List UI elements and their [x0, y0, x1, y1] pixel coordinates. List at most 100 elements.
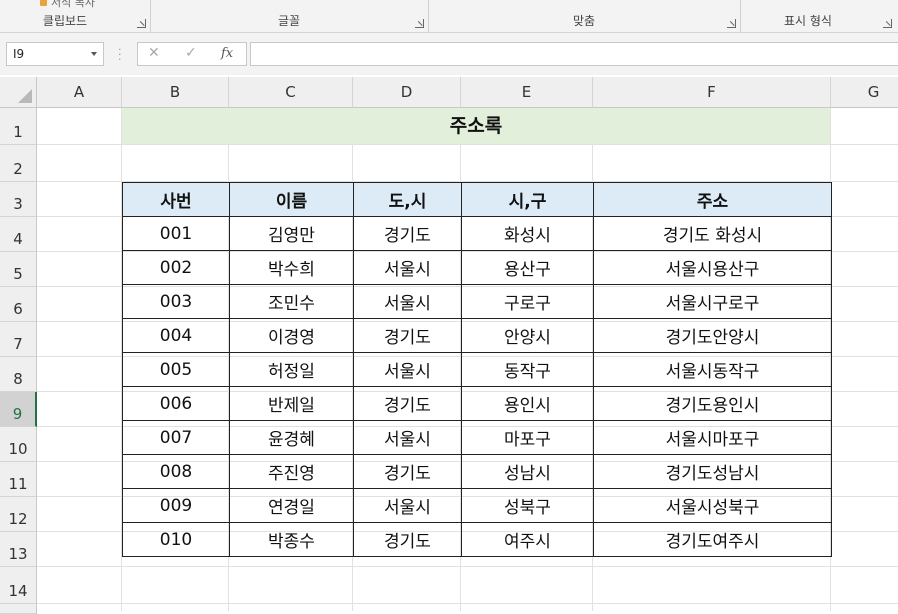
table-cell[interactable]: 안양시	[461, 318, 594, 353]
table-cell[interactable]: 허정일	[229, 352, 354, 387]
table-cell[interactable]: 001	[122, 216, 230, 251]
table-cell[interactable]: 서울시동작구	[593, 352, 832, 387]
enter-icon[interactable]: ✓	[185, 45, 197, 61]
row-header-9[interactable]: 9	[0, 392, 37, 427]
table-cell[interactable]: 성북구	[461, 488, 594, 523]
row-header-10[interactable]: 10	[0, 427, 37, 462]
name-box[interactable]: I9	[6, 42, 104, 66]
table-cell[interactable]: 박종수	[229, 522, 354, 557]
table-cell[interactable]: 동작구	[461, 352, 594, 387]
row-header-15[interactable]	[0, 604, 37, 614]
header-cell[interactable]: 이름	[229, 182, 354, 217]
table-cell[interactable]: 009	[122, 488, 230, 523]
table-cell[interactable]: 경기도	[353, 216, 462, 251]
row-header-7[interactable]: 7	[0, 322, 37, 357]
column-header-a[interactable]: A	[37, 77, 122, 108]
row-header-5[interactable]: 5	[0, 252, 37, 287]
table-cell[interactable]: 여주시	[461, 522, 594, 557]
insert-function-icon[interactable]: fx	[221, 46, 233, 61]
ribbon-group-clipboard: 클립보드	[0, 0, 151, 32]
chevron-down-icon[interactable]	[91, 52, 97, 56]
table-cell[interactable]: 조민수	[229, 284, 354, 319]
table-cell[interactable]: 경기도	[353, 318, 462, 353]
table-cell[interactable]: 김영만	[229, 216, 354, 251]
row-header-11[interactable]: 11	[0, 462, 37, 497]
table-cell[interactable]: 서울시	[353, 352, 462, 387]
table-cell[interactable]: 연경일	[229, 488, 354, 523]
table-row: 007 윤경혜 서울시 마포구 서울시마포구	[122, 420, 832, 455]
table-cell[interactable]: 성남시	[461, 454, 594, 489]
table-cell[interactable]: 경기도안양시	[593, 318, 832, 353]
table-cell[interactable]: 구로구	[461, 284, 594, 319]
header-cell[interactable]: 사번	[122, 182, 230, 217]
ribbon-group-label: 표시 형식	[784, 14, 832, 28]
table-cell[interactable]: 경기도	[353, 454, 462, 489]
formula-input[interactable]	[250, 42, 898, 66]
gridline	[37, 566, 898, 567]
table-cell[interactable]: 경기도 화성시	[593, 216, 832, 251]
row-header-8[interactable]: 8	[0, 357, 37, 392]
table-cell[interactable]: 경기도성남시	[593, 454, 832, 489]
table-cell[interactable]: 006	[122, 386, 230, 421]
table-cell[interactable]: 서울시용산구	[593, 250, 832, 285]
header-cell[interactable]: 시,구	[461, 182, 594, 217]
table-cell[interactable]: 서울시	[353, 488, 462, 523]
formula-buttons: ✕ ✓ fx	[137, 42, 247, 66]
row-header-3[interactable]: 3	[0, 182, 37, 217]
row-header-12[interactable]: 12	[0, 497, 37, 532]
row-header-6[interactable]: 6	[0, 287, 37, 322]
table-cell[interactable]: 반제일	[229, 386, 354, 421]
table-cell[interactable]: 경기도용인시	[593, 386, 832, 421]
table-cell[interactable]: 서울시	[353, 250, 462, 285]
worksheet-grid[interactable]: A B C D E F G 1 2 3 4 5 6 7 8 9 10 11 12…	[0, 77, 898, 614]
table-cell[interactable]: 010	[122, 522, 230, 557]
row-header-13[interactable]: 13	[0, 532, 37, 567]
table-cell[interactable]: 서울시성북구	[593, 488, 832, 523]
column-header-c[interactable]: C	[229, 77, 353, 108]
table-cell[interactable]: 이경영	[229, 318, 354, 353]
row-header-2[interactable]: 2	[0, 145, 37, 182]
column-header-g[interactable]: G	[831, 77, 898, 108]
table-row: 005 허정일 서울시 동작구 서울시동작구	[122, 352, 832, 387]
table-cell[interactable]: 화성시	[461, 216, 594, 251]
row-header-4[interactable]: 4	[0, 217, 37, 252]
table-cell[interactable]: 005	[122, 352, 230, 387]
column-header-f[interactable]: F	[593, 77, 831, 108]
table-cell[interactable]: 서울시구로구	[593, 284, 832, 319]
cancel-icon[interactable]: ✕	[148, 45, 160, 61]
table-cell[interactable]: 서울시	[353, 284, 462, 319]
select-all-icon	[18, 89, 32, 103]
header-cell[interactable]: 도,시	[353, 182, 462, 217]
table-cell[interactable]: 서울시	[353, 420, 462, 455]
dialog-launcher-icon[interactable]	[727, 19, 736, 28]
formula-bar-splitter[interactable]: · · ·	[118, 44, 122, 65]
table-cell[interactable]: 마포구	[461, 420, 594, 455]
table-cell[interactable]: 용산구	[461, 250, 594, 285]
dialog-launcher-icon[interactable]	[415, 19, 424, 28]
table-cell[interactable]: 용인시	[461, 386, 594, 421]
column-header-b[interactable]: B	[122, 77, 229, 108]
dialog-launcher-icon[interactable]	[137, 19, 146, 28]
sheet-title-cell[interactable]: 주소록	[122, 108, 830, 144]
select-all-button[interactable]	[0, 77, 37, 108]
table-cell[interactable]: 008	[122, 454, 230, 489]
table-cell[interactable]: 003	[122, 284, 230, 319]
table-cell[interactable]: 004	[122, 318, 230, 353]
row-number: 4	[13, 230, 23, 248]
table-cell[interactable]: 주진영	[229, 454, 354, 489]
dialog-launcher-icon[interactable]	[883, 19, 892, 28]
row-header-1[interactable]: 1	[0, 108, 37, 145]
table-cell[interactable]: 007	[122, 420, 230, 455]
table-cell[interactable]: 서울시마포구	[593, 420, 832, 455]
table-cell[interactable]: 경기도	[353, 522, 462, 557]
table-cell[interactable]: 경기도여주시	[593, 522, 832, 557]
table-cell[interactable]: 002	[122, 250, 230, 285]
column-header-d[interactable]: D	[353, 77, 461, 108]
table-cell[interactable]: 윤경혜	[229, 420, 354, 455]
header-cell[interactable]: 주소	[593, 182, 832, 217]
column-header-e[interactable]: E	[461, 77, 593, 108]
table-cell[interactable]: 경기도	[353, 386, 462, 421]
table-row: 008 주진영 경기도 성남시 경기도성남시	[122, 454, 832, 489]
row-header-14[interactable]: 14	[0, 567, 37, 604]
table-cell[interactable]: 박수희	[229, 250, 354, 285]
